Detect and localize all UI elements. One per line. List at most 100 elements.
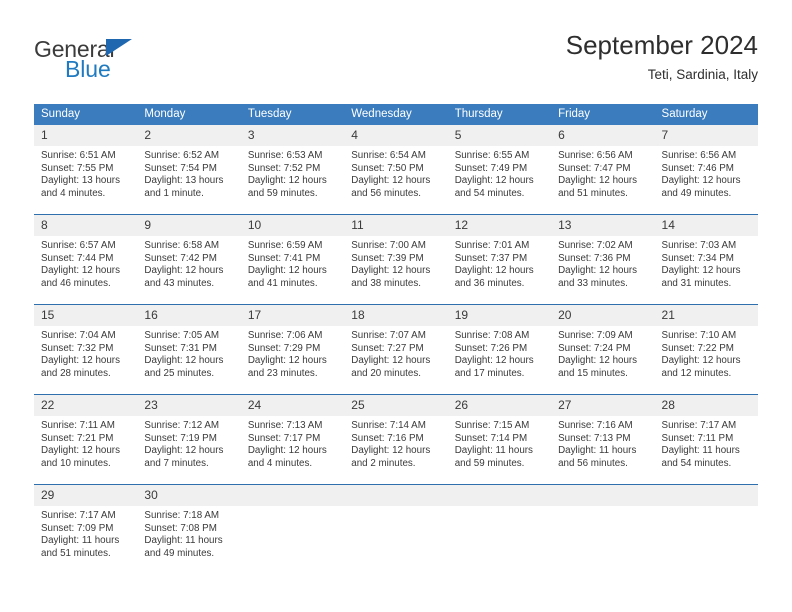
day-number: 29 xyxy=(34,485,138,506)
daylight-text: Daylight: 11 hours and 51 minutes. xyxy=(41,535,120,559)
sunrise-text: Sunrise: 6:59 AM xyxy=(247,240,323,251)
daylight-text: Daylight: 12 hours and 10 minutes. xyxy=(41,445,120,469)
day-cell[interactable]: 18 xyxy=(344,304,448,326)
daylight-text: Daylight: 12 hours and 20 minutes. xyxy=(351,355,431,379)
day-cell[interactable]: 19 xyxy=(447,304,552,326)
day-cell[interactable]: 10 xyxy=(240,214,345,236)
day-detail-cell: Sunrise: 7:17 AM Sunset: 7:09 PM Daylight:… xyxy=(34,506,137,574)
daylight-text: Daylight: 11 hours and 56 minutes. xyxy=(558,445,637,469)
day-detail-cell: Sunrise: 6:56 AM Sunset: 7:47 PM Daylight:… xyxy=(551,146,654,215)
day-details: Sunrise: 7:00 AM Sunset: 7:39 PM Daylight:… xyxy=(344,236,447,304)
day-details: Sunrise: 7:18 AM Sunset: 7:08 PM Daylight:… xyxy=(137,506,240,574)
week-detail-row: Sunrise: 7:04 AM Sunset: 7:32 PM Daylight:… xyxy=(34,326,758,395)
daylight-text: Daylight: 12 hours and 2 minutes. xyxy=(351,445,431,469)
day-details: Sunrise: 6:59 AM Sunset: 7:41 PM Daylight:… xyxy=(241,236,344,304)
daylight-text: Daylight: 13 hours and 4 minutes. xyxy=(41,175,120,199)
sunrise-text: Sunrise: 6:56 AM xyxy=(661,150,737,161)
page-header: General Blue September 2024 Teti, Sardin… xyxy=(34,28,758,96)
general-blue-logo[interactable]: General Blue xyxy=(34,36,224,92)
day-detail-cell: Sunrise: 7:06 AM Sunset: 7:29 PM Daylight:… xyxy=(241,326,344,395)
title-block: September 2024 Teti, Sardinia, Italy xyxy=(566,28,758,85)
day-number: 15 xyxy=(34,305,138,326)
day-details: Sunrise: 7:14 AM Sunset: 7:16 PM Daylight:… xyxy=(344,416,447,484)
sunset-text: Sunset: 7:44 PM xyxy=(41,252,114,264)
day-cell[interactable]: 21 xyxy=(654,304,758,326)
day-cell[interactable]: 7 xyxy=(654,125,758,146)
day-cell[interactable]: 2 xyxy=(137,125,241,146)
day-detail-cell: Sunrise: 7:10 AM Sunset: 7:22 PM Daylight:… xyxy=(655,326,758,395)
day-detail-cell-empty xyxy=(655,506,758,574)
day-details: Sunrise: 7:11 AM Sunset: 7:21 PM Daylight:… xyxy=(34,416,137,484)
day-cell[interactable]: 29 xyxy=(34,484,138,506)
day-detail-cell-empty xyxy=(551,506,654,574)
day-cell[interactable]: 28 xyxy=(654,394,758,416)
sunrise-text: Sunrise: 7:17 AM xyxy=(41,510,116,521)
day-number-empty xyxy=(240,485,345,506)
daylight-text: Daylight: 11 hours and 54 minutes. xyxy=(661,445,740,469)
logo-triangle-icon xyxy=(106,39,132,56)
day-cell[interactable]: 12 xyxy=(447,214,552,236)
sunrise-text: Sunrise: 6:51 AM xyxy=(41,150,116,161)
day-detail-cell: Sunrise: 6:51 AM Sunset: 7:55 PM Daylight:… xyxy=(34,146,137,215)
day-details: Sunrise: 6:54 AM Sunset: 7:50 PM Daylight:… xyxy=(344,146,447,214)
day-cell[interactable]: 8 xyxy=(34,214,138,236)
sunset-text: Sunset: 7:32 PM xyxy=(41,342,114,354)
daylight-text: Daylight: 12 hours and 28 minutes. xyxy=(41,355,120,379)
day-details-empty xyxy=(655,506,758,574)
daylight-text: Daylight: 12 hours and 49 minutes. xyxy=(661,175,741,199)
sunset-text: Sunset: 7:41 PM xyxy=(247,252,321,264)
day-number: 23 xyxy=(137,395,241,416)
day-cell[interactable]: 15 xyxy=(34,304,138,326)
day-cell[interactable]: 27 xyxy=(551,394,655,416)
day-cell[interactable]: 14 xyxy=(654,214,758,236)
daylight-text: Daylight: 12 hours and 56 minutes. xyxy=(351,175,431,199)
daylight-text: Daylight: 12 hours and 51 minutes. xyxy=(558,175,638,199)
logo-text-blue: Blue xyxy=(65,56,111,82)
day-detail-cell: Sunrise: 7:08 AM Sunset: 7:26 PM Daylight:… xyxy=(448,326,551,395)
day-number: 3 xyxy=(240,125,345,146)
week-detail-row: Sunrise: 6:51 AM Sunset: 7:55 PM Daylight:… xyxy=(34,146,758,215)
day-cell[interactable]: 25 xyxy=(344,394,448,416)
sunset-text: Sunset: 7:27 PM xyxy=(351,342,424,354)
sunrise-text: Sunrise: 7:02 AM xyxy=(558,240,633,251)
day-cell[interactable]: 17 xyxy=(240,304,345,326)
sunrise-text: Sunrise: 7:09 AM xyxy=(558,330,633,341)
daylight-text: Daylight: 12 hours and 46 minutes. xyxy=(41,265,120,289)
sunset-text: Sunset: 7:19 PM xyxy=(144,432,217,444)
day-cell[interactable]: 4 xyxy=(344,125,448,146)
day-cell[interactable]: 13 xyxy=(551,214,655,236)
day-cell[interactable]: 16 xyxy=(137,304,241,326)
sunset-text: Sunset: 7:09 PM xyxy=(41,522,114,534)
day-cell[interactable]: 22 xyxy=(34,394,138,416)
day-cell[interactable]: 11 xyxy=(344,214,448,236)
daylight-text: Daylight: 12 hours and 43 minutes. xyxy=(144,265,224,289)
day-cell[interactable]: 6 xyxy=(551,125,655,146)
day-cell[interactable]: 26 xyxy=(447,394,552,416)
sunset-text: Sunset: 7:21 PM xyxy=(41,432,114,444)
sunset-text: Sunset: 7:13 PM xyxy=(558,432,631,444)
sunset-text: Sunset: 7:50 PM xyxy=(351,162,424,174)
day-cell[interactable]: 23 xyxy=(137,394,241,416)
day-cell-empty xyxy=(240,484,345,506)
weekday-header-tuesday: Tuesday xyxy=(240,104,345,125)
day-details: Sunrise: 7:07 AM Sunset: 7:27 PM Daylight:… xyxy=(344,326,447,394)
day-cell[interactable]: 3 xyxy=(240,125,345,146)
day-cell[interactable]: 30 xyxy=(137,484,241,506)
day-details: Sunrise: 7:06 AM Sunset: 7:29 PM Daylight:… xyxy=(241,326,344,394)
day-detail-cell: Sunrise: 6:59 AM Sunset: 7:41 PM Daylight:… xyxy=(241,236,344,305)
day-detail-cell: Sunrise: 7:12 AM Sunset: 7:19 PM Daylight:… xyxy=(137,416,240,485)
day-cell[interactable]: 9 xyxy=(137,214,241,236)
sunrise-text: Sunrise: 7:17 AM xyxy=(661,420,737,431)
day-details: Sunrise: 6:56 AM Sunset: 7:46 PM Daylight:… xyxy=(655,146,758,214)
day-number: 30 xyxy=(137,485,241,506)
day-cell[interactable]: 5 xyxy=(447,125,552,146)
day-number: 5 xyxy=(447,125,552,146)
day-detail-cell-empty xyxy=(448,506,551,574)
day-detail-cell: Sunrise: 6:58 AM Sunset: 7:42 PM Daylight:… xyxy=(137,236,240,305)
day-number: 7 xyxy=(654,125,758,146)
day-detail-cell: Sunrise: 7:04 AM Sunset: 7:32 PM Daylight:… xyxy=(34,326,137,395)
day-cell[interactable]: 24 xyxy=(240,394,345,416)
day-cell[interactable]: 1 xyxy=(34,125,138,146)
day-cell[interactable]: 20 xyxy=(551,304,655,326)
day-detail-cell: Sunrise: 7:05 AM Sunset: 7:31 PM Daylight:… xyxy=(137,326,240,395)
